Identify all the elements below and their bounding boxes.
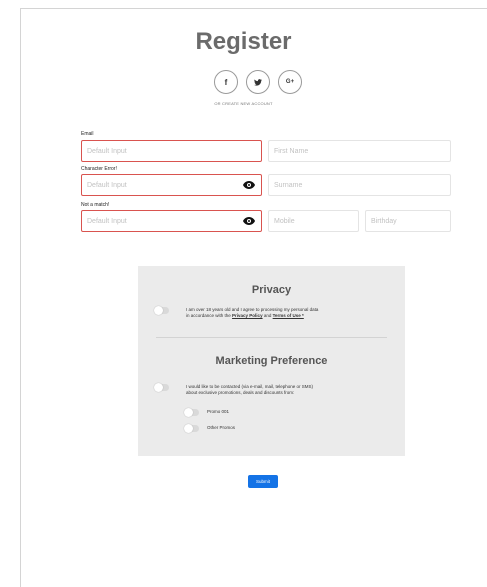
twitter-button[interactable] [246, 70, 270, 94]
promo-001-toggle[interactable] [184, 408, 199, 417]
google-plus-icon: G+ [285, 79, 295, 85]
password-error-label: Character Error! [81, 166, 117, 172]
confirm-error-label: Not a match! [81, 202, 110, 208]
mobile-input[interactable]: Mobile [268, 210, 359, 232]
first-name-input[interactable]: First Name [268, 140, 451, 162]
terms-of-use-link[interactable]: Terms of Use * [273, 313, 304, 318]
eye-icon[interactable] [243, 217, 255, 225]
eye-icon[interactable] [243, 181, 255, 189]
facebook-icon: f [224, 77, 228, 87]
password-input[interactable]: Default Input [81, 174, 262, 196]
page-title: Register [195, 28, 292, 55]
privacy-toggle[interactable] [154, 306, 169, 315]
privacy-title: Privacy [251, 284, 292, 296]
google-plus-button[interactable]: G+ [278, 70, 302, 94]
social-login-group: f G+ [214, 70, 302, 94]
surname-placeholder: Surname [274, 181, 303, 189]
or-create-account-text: OR CREATE NEW ACCOUNT [214, 101, 273, 106]
email-label: Email [81, 131, 94, 137]
other-promos-label: Other Promos [207, 425, 236, 430]
privacy-text-line1: I am over 18 years old and I agree to pr… [186, 307, 319, 312]
privacy-policy-link[interactable]: Privacy Policy [232, 313, 263, 318]
marketing-text-line2: about exclusive promotions, deals and di… [186, 390, 295, 395]
privacy-text: I am over 18 years old and I agree to pr… [186, 307, 396, 319]
marketing-toggle[interactable] [154, 383, 169, 392]
twitter-icon [254, 78, 262, 86]
email-input[interactable]: Default Input [81, 140, 262, 162]
facebook-button[interactable]: f [214, 70, 238, 94]
confirm-password-input[interactable]: Default Input [81, 210, 262, 232]
birthday-placeholder: Birthday [371, 217, 397, 225]
mobile-placeholder: Mobile [274, 217, 295, 225]
marketing-text: I would like to be contacted (via e-mail… [186, 384, 396, 396]
promo-001-label: Promo 001 [207, 409, 230, 414]
first-name-placeholder: First Name [274, 147, 309, 155]
other-promos-toggle[interactable] [184, 424, 199, 433]
birthday-input[interactable]: Birthday [365, 210, 451, 232]
and-text: and [263, 313, 272, 318]
consent-panel: Privacy I am over 18 years old and I agr… [138, 266, 405, 456]
confirm-placeholder: Default Input [87, 217, 127, 225]
marketing-text-line1: I would like to be contacted (via e-mail… [186, 384, 314, 389]
email-placeholder: Default Input [87, 147, 127, 155]
password-placeholder: Default Input [87, 181, 127, 189]
submit-button[interactable]: Submit [248, 475, 278, 488]
surname-input[interactable]: Surname [268, 174, 451, 196]
section-divider [156, 337, 387, 338]
marketing-title: Marketing Preference [215, 355, 328, 367]
privacy-text-line2: in accordance with the [186, 313, 231, 318]
